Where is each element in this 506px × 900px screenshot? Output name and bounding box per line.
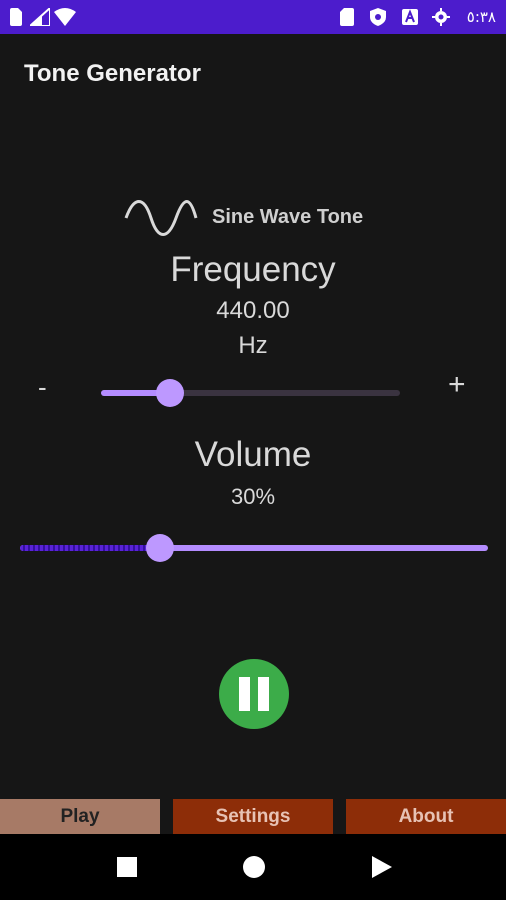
frequency-value: 440.00	[216, 297, 290, 324]
wifi-icon	[54, 8, 76, 31]
volume-slider[interactable]	[20, 534, 488, 562]
frequency-slider[interactable]	[101, 379, 400, 407]
frequency-increase-button[interactable]: +	[448, 368, 466, 402]
recents-square-icon[interactable]	[117, 857, 137, 877]
frequency-slider-thumb[interactable]	[155, 379, 184, 407]
sine-wave-icon	[124, 198, 198, 243]
waveform-selector[interactable]: Sine Wave Tone	[0, 196, 506, 240]
status-time: ٥:٣٨	[466, 8, 496, 26]
pause-button[interactable]	[219, 659, 289, 729]
system-nav-bar	[0, 834, 506, 900]
back-triangle-icon[interactable]	[372, 856, 392, 883]
volume-title: Volume	[194, 435, 312, 474]
volume-slider-fill	[20, 545, 161, 551]
gear-icon	[432, 8, 450, 31]
status-bar: ٥:٣٨	[0, 0, 506, 34]
shield-icon	[370, 8, 386, 31]
bottom-tabs: Play Settings About	[0, 799, 506, 834]
tab-about[interactable]: About	[346, 799, 506, 834]
frequency-unit: Hz	[238, 332, 268, 359]
frequency-title: Frequency	[170, 250, 336, 289]
home-circle-icon[interactable]	[243, 856, 265, 878]
frequency-decrease-button[interactable]: -	[38, 372, 47, 403]
volume-value: 30%	[230, 484, 276, 509]
volume-slider-thumb[interactable]	[146, 534, 175, 562]
tab-play[interactable]: Play	[0, 799, 160, 834]
a-box-icon	[402, 8, 418, 31]
tab-settings[interactable]: Settings	[173, 799, 333, 834]
sd-card-icon	[340, 8, 354, 31]
waveform-label: Sine Wave Tone	[212, 206, 364, 228]
sim-icon	[10, 8, 22, 31]
app-title: Tone Generator	[24, 60, 201, 87]
signal-icon	[27, 5, 51, 31]
